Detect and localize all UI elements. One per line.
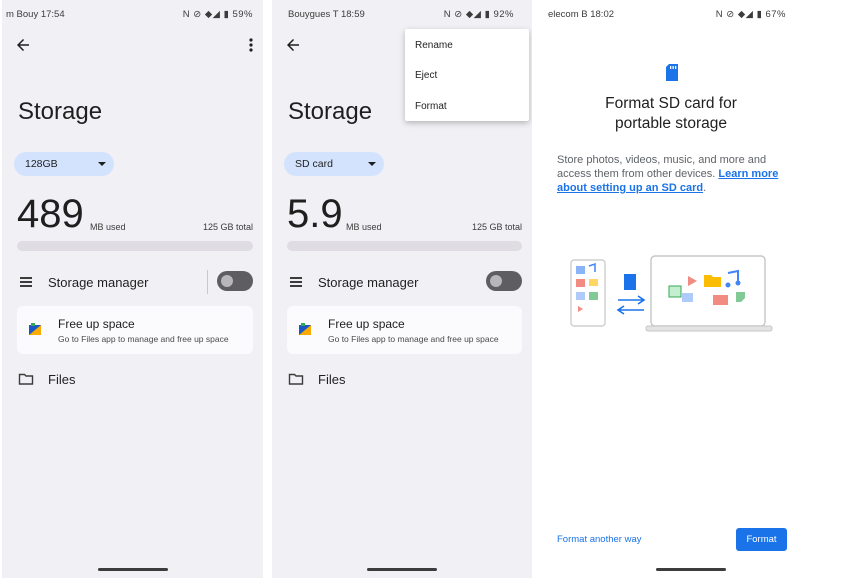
used-value: 489 [17,192,84,236]
gesture-nav-bar[interactable] [97,568,168,571]
free-up-space-subtitle: Go to Files app to manage and free up sp… [58,334,229,344]
storage-selector[interactable]: SD card [284,152,384,176]
description: Store photos, videos, music, and more an… [557,153,797,195]
status-right: N ⊘ ◆◢ ▮ 67% [715,9,786,20]
total-capacity: 125 GB total [471,222,522,232]
page-title: Storage [288,98,373,125]
storage-manager-label: Storage manager [318,275,419,290]
period: . [703,182,707,194]
storage-usage-bar [287,241,522,251]
more-vert-icon[interactable] [247,36,255,54]
divider [207,270,208,294]
total-capacity: 125 GB total [202,222,253,232]
dropdown-caret-icon [368,162,376,166]
files-label[interactable]: Files [318,372,345,387]
storage-manager-toggle[interactable] [217,271,253,291]
storage-screen-sd-card: Bouygues T 18:59 N ⊘ ◆◢ ▮ 92% Storage SD… [272,0,532,578]
storage-selector[interactable]: 128GB [14,152,114,176]
storage-list-icon [20,277,32,287]
storage-selector-label: SD card [295,158,333,170]
status-left: elecom B 18:02 [548,9,615,20]
menu-item-rename[interactable]: Rename [415,40,453,51]
gesture-nav-bar[interactable] [367,568,437,571]
format-sd-card-screen: elecom B 18:02 N ⊘ ◆◢ ▮ 67% Format SD ca… [540,0,842,578]
format-another-way-link[interactable]: Format another way [557,534,641,545]
free-up-space-icon [29,323,41,335]
used-value: 5.9 [287,192,343,236]
status-right: N ⊘ ◆◢ ▮ 59% [182,9,253,20]
status-left: Bouygues T 18:59 [288,9,365,20]
free-up-space-icon [299,323,311,335]
dropdown-caret-icon [98,162,106,166]
status-bar: Bouygues T 18:59 N ⊘ ◆◢ ▮ 92% [272,9,532,23]
folder-icon [288,373,304,385]
page-title: Storage [18,98,103,125]
free-up-space-card[interactable]: Free up space Go to Files app to manage … [17,306,253,354]
used-unit: MB used [346,222,382,232]
storage-manager-toggle[interactable] [486,271,522,291]
storage-screen-128gb: m Bouy 17:54 N ⊘ ◆◢ ▮ 59% Storage 128GB … [2,0,263,578]
back-arrow-icon[interactable] [14,36,32,54]
format-button[interactable]: Format [736,528,787,551]
back-arrow-icon[interactable] [284,36,302,54]
page-heading: Format SD card for portable storage [605,95,737,132]
status-right: N ⊘ ◆◢ ▮ 92% [443,9,514,20]
storage-list-icon [290,277,302,287]
sd-card-icon [666,64,678,81]
toggle-knob [221,275,233,287]
storage-manager-label: Storage manager [48,275,149,290]
free-up-space-subtitle: Go to Files app to manage and free up sp… [328,334,499,344]
storage-usage-bar [17,241,253,251]
status-bar: m Bouy 17:54 N ⊘ ◆◢ ▮ 59% [2,9,263,23]
storage-selector-label: 128GB [25,158,58,170]
free-up-space-title: Free up space [328,317,405,331]
used-unit: MB used [90,222,126,232]
portable-storage-illustration [570,255,773,332]
menu-item-eject[interactable]: Eject [415,70,437,81]
free-up-space-card[interactable]: Free up space Go to Files app to manage … [287,306,522,354]
menu-item-format[interactable]: Format [415,101,447,112]
files-label[interactable]: Files [48,372,75,387]
folder-icon [18,373,34,385]
status-bar: elecom B 18:02 N ⊘ ◆◢ ▮ 67% [540,9,842,23]
free-up-space-title: Free up space [58,317,135,331]
overflow-menu: Rename Eject Format [405,29,529,121]
toggle-knob [490,275,502,287]
status-left: m Bouy 17:54 [6,9,65,20]
gesture-nav-bar[interactable] [656,568,726,571]
